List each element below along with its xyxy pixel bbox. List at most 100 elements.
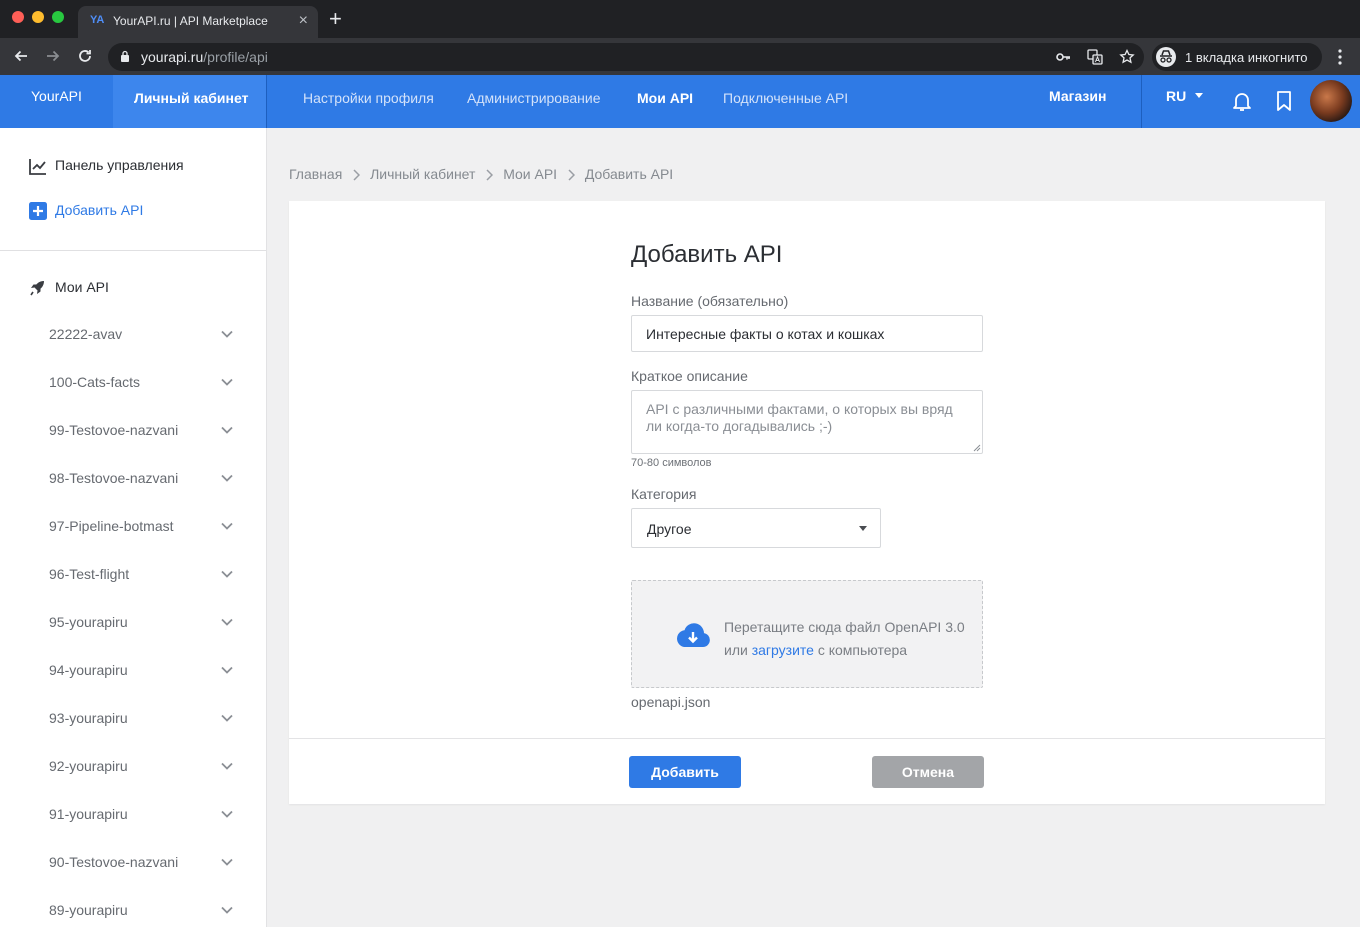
name-input[interactable]: Интересные факты о котах и кошках bbox=[631, 315, 983, 352]
tab-close-icon[interactable]: × bbox=[299, 12, 308, 30]
resize-handle-icon[interactable] bbox=[973, 444, 981, 452]
list-item[interactable]: 90-Testovoe-nazvani bbox=[49, 854, 239, 874]
chevron-right-icon bbox=[479, 168, 499, 181]
page-title: Добавить API bbox=[631, 241, 783, 268]
description-hint: 70-80 символов bbox=[631, 457, 712, 469]
url-path: /profile/api bbox=[203, 49, 268, 65]
description-textarea[interactable]: API с различными фактами, о которых вы в… bbox=[631, 390, 983, 454]
chevron-down-icon[interactable] bbox=[221, 378, 233, 386]
bell-icon[interactable] bbox=[1231, 89, 1253, 113]
chevron-down-icon[interactable] bbox=[221, 618, 233, 626]
dropzone-text: Перетащите сюда файл OpenAPI 3.0 bbox=[724, 619, 965, 635]
maximize-window-button[interactable] bbox=[52, 11, 64, 23]
more-icon[interactable] bbox=[1334, 46, 1346, 68]
star-icon[interactable] bbox=[1119, 49, 1135, 65]
api-name: 100-Cats-facts bbox=[49, 374, 141, 390]
chevron-right-icon bbox=[561, 168, 581, 181]
incognito-badge[interactable]: 1 вкладка инкогнито bbox=[1152, 43, 1322, 71]
new-tab-button[interactable]: + bbox=[329, 8, 342, 30]
list-item[interactable]: 95-yourapiru bbox=[49, 614, 239, 634]
name-input-value: Интересные факты о котах и кошках bbox=[646, 326, 885, 342]
uploaded-file-name: openapi.json bbox=[631, 694, 711, 710]
close-window-button[interactable] bbox=[12, 11, 24, 23]
avatar[interactable] bbox=[1310, 80, 1352, 122]
chevron-down-icon[interactable] bbox=[221, 906, 233, 914]
cloud-download-icon bbox=[677, 623, 710, 647]
breadcrumb-my-api[interactable]: Мои API bbox=[503, 166, 557, 182]
chevron-down-icon[interactable] bbox=[221, 762, 233, 770]
openapi-dropzone[interactable]: Перетащите сюда файл OpenAPI 3.0 или заг… bbox=[631, 580, 983, 688]
add-api-card: Добавить API Название (обязательно) Инте… bbox=[289, 201, 1325, 804]
browser-toolbar: yourapi.ru/profile/api 1 вкладка инкогни… bbox=[0, 38, 1360, 75]
api-name: 92-yourapiru bbox=[49, 758, 128, 774]
description-label: Краткое описание bbox=[631, 368, 748, 384]
list-item[interactable]: 98-Testovoe-nazvani bbox=[49, 470, 239, 490]
category-select[interactable]: Другое bbox=[631, 508, 881, 548]
list-item[interactable]: 94-yourapiru bbox=[49, 662, 239, 682]
header-divider bbox=[266, 75, 267, 128]
description-value: API с различными фактами, о которых вы в… bbox=[646, 401, 953, 434]
forward-icon[interactable] bbox=[41, 45, 65, 67]
cancel-button[interactable]: Отмена bbox=[872, 756, 984, 788]
list-item[interactable]: 97-Pipeline-botmast bbox=[49, 518, 239, 538]
chevron-down-icon[interactable] bbox=[221, 426, 233, 434]
list-item[interactable]: 92-yourapiru bbox=[49, 758, 239, 778]
chevron-right-icon bbox=[346, 168, 366, 181]
shop-link[interactable]: Магазин bbox=[1049, 88, 1106, 104]
nav-administration[interactable]: Администрирование bbox=[467, 90, 601, 106]
brand-name: YourAPI bbox=[31, 88, 82, 104]
caret-down-icon bbox=[859, 526, 867, 531]
breadcrumb-home[interactable]: Главная bbox=[289, 166, 342, 182]
chevron-down-icon[interactable] bbox=[221, 858, 233, 866]
breadcrumb-cabinet[interactable]: Личный кабинет bbox=[370, 166, 475, 182]
name-label: Название (обязательно) bbox=[631, 293, 789, 309]
incognito-icon bbox=[1156, 47, 1176, 67]
url-host: yourapi.ru bbox=[141, 49, 204, 65]
category-label: Категория bbox=[631, 486, 697, 502]
language-select[interactable]: RU bbox=[1166, 88, 1186, 104]
chevron-down-icon[interactable] bbox=[221, 666, 233, 674]
bookmark-icon[interactable] bbox=[1273, 89, 1295, 113]
list-item[interactable]: 96-Test-flight bbox=[49, 566, 239, 586]
api-name: 94-yourapiru bbox=[49, 662, 128, 678]
minimize-window-button[interactable] bbox=[32, 11, 44, 23]
address-bar[interactable]: yourapi.ru/profile/api bbox=[108, 43, 1144, 71]
chevron-down-icon[interactable] bbox=[221, 570, 233, 578]
header-divider bbox=[1141, 75, 1142, 128]
upload-link[interactable]: загрузите bbox=[752, 642, 814, 658]
list-item[interactable]: 93-yourapiru bbox=[49, 710, 239, 730]
list-item[interactable]: 89-yourapiru bbox=[49, 902, 239, 922]
chevron-down-icon[interactable] bbox=[221, 330, 233, 338]
list-item[interactable]: 22222-avav bbox=[49, 326, 239, 346]
sidebar-divider bbox=[0, 250, 266, 251]
list-item[interactable]: 100-Cats-facts bbox=[49, 374, 239, 394]
list-item[interactable]: 91-yourapiru bbox=[49, 806, 239, 826]
incognito-label: 1 вкладка инкогнито bbox=[1185, 50, 1308, 65]
nav-profile-settings[interactable]: Настройки профиля bbox=[303, 90, 434, 106]
list-item[interactable]: 99-Testovoe-nazvani bbox=[49, 422, 239, 442]
sidebar: Панель управления Добавить API Мои API 2… bbox=[0, 128, 267, 927]
sidebar-item-label: Добавить API bbox=[55, 202, 144, 218]
reload-icon[interactable] bbox=[73, 45, 97, 67]
dropzone-suffix: с компьютера bbox=[817, 642, 908, 658]
tab-title: YourAPI.ru | API Marketplace bbox=[113, 14, 268, 28]
nav-connected-api[interactable]: Подключенные API bbox=[723, 90, 848, 106]
api-name: 97-Pipeline-botmast bbox=[49, 518, 174, 534]
chevron-down-icon[interactable] bbox=[221, 522, 233, 530]
api-name: 22222-avav bbox=[49, 326, 123, 342]
add-api-button[interactable]: Добавить bbox=[629, 756, 741, 788]
chevron-down-icon[interactable] bbox=[221, 714, 233, 722]
sidebar-item-label: Мои API bbox=[55, 279, 109, 295]
personal-cabinet-link[interactable]: Личный кабинет bbox=[113, 75, 266, 128]
browser-tab[interactable]: YA YourAPI.ru | API Marketplace × bbox=[78, 6, 318, 38]
plus-square-icon bbox=[29, 202, 47, 220]
back-icon[interactable] bbox=[9, 45, 33, 67]
chevron-down-icon[interactable] bbox=[221, 474, 233, 482]
chart-line-icon bbox=[29, 159, 46, 175]
api-name: 89-yourapiru bbox=[49, 902, 128, 918]
brand-logo[interactable]: YourAPI bbox=[0, 75, 112, 128]
translate-icon[interactable] bbox=[1087, 49, 1103, 65]
chevron-down-icon[interactable] bbox=[221, 810, 233, 818]
nav-my-api[interactable]: Мои API bbox=[637, 90, 693, 106]
key-icon[interactable] bbox=[1055, 49, 1071, 65]
